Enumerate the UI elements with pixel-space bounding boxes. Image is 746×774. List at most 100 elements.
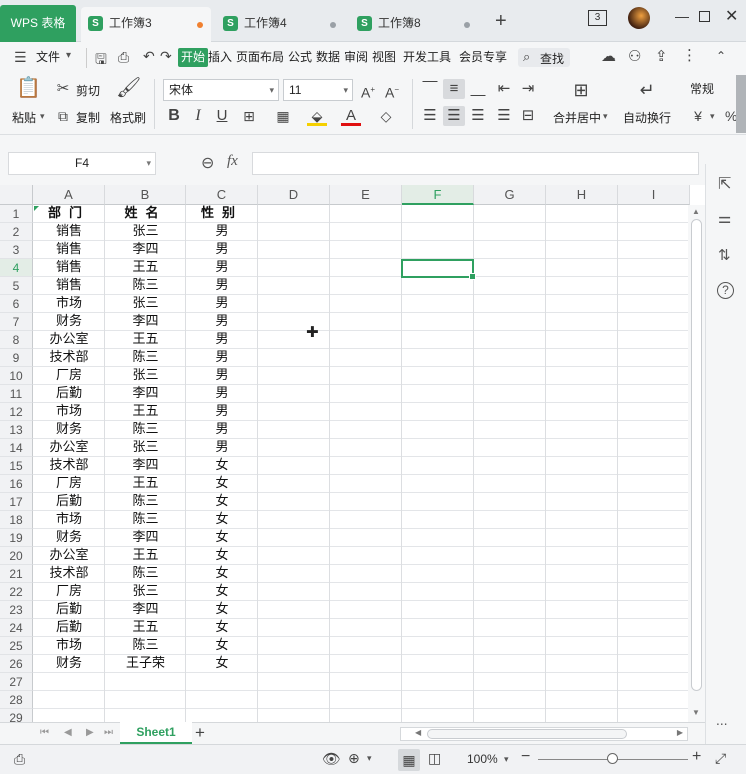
table-cell[interactable]: 男	[186, 223, 258, 241]
row-header[interactable]: 3	[0, 241, 33, 259]
table-cell[interactable]: 市场	[33, 637, 105, 655]
table-cell[interactable]: 女	[186, 601, 258, 619]
table-cell[interactable]: 女	[186, 655, 258, 673]
transform-icon[interactable]: ⇅	[718, 246, 731, 264]
table-cell[interactable]: 后勤	[33, 619, 105, 637]
new-tab-button[interactable]: +	[495, 10, 507, 33]
normal-view-icon[interactable]: ▦	[398, 749, 420, 771]
close-dot-icon[interactable]	[464, 22, 470, 28]
menu-developer[interactable]: 开发工具	[402, 48, 452, 67]
hamburger-icon[interactable]: ☰	[14, 50, 27, 64]
tab-workbook4[interactable]: S 工作簿4	[216, 7, 344, 42]
table-cell[interactable]: 男	[186, 295, 258, 313]
row-header[interactable]: 9	[0, 349, 33, 367]
table-cell[interactable]: 女	[186, 547, 258, 565]
table-cell[interactable]: 张三	[105, 223, 186, 241]
zoom-level[interactable]: 100%	[467, 752, 498, 766]
formula-input[interactable]	[252, 152, 699, 175]
row-header[interactable]: 19	[0, 529, 33, 547]
table-cell[interactable]: 李四	[105, 529, 186, 547]
table-cell[interactable]: 王五	[105, 259, 186, 277]
fill-color-icon[interactable]: ⬙	[307, 106, 327, 126]
cut-button[interactable]: 剪切	[76, 82, 100, 99]
merge-center-button[interactable]: 合并居中	[553, 109, 601, 126]
search-box[interactable]: ⌕ 查找	[518, 48, 570, 67]
window-counter[interactable]: 3	[588, 10, 607, 26]
table-cell[interactable]: 厂房	[33, 475, 105, 493]
menu-member[interactable]: 会员专享	[458, 48, 508, 67]
fx-icon[interactable]: fx	[227, 153, 238, 170]
paste-button[interactable]: 粘贴	[12, 109, 36, 126]
indent-increase-icon[interactable]: ⇥	[518, 79, 538, 99]
table-cell[interactable]: 陈三	[105, 493, 186, 511]
row-header[interactable]: 5	[0, 277, 33, 295]
row-header[interactable]: 1	[0, 205, 33, 223]
table-cell[interactable]: 男	[186, 349, 258, 367]
spreadsheet-grid[interactable]: ABCDEFGHI 1 2 3 4 5 6 7 8 9 10 11 12 13 14 15 16 17 18 19 2…	[0, 185, 705, 722]
menu-review[interactable]: 审阅	[343, 48, 369, 67]
format-painter-button[interactable]: 格式刷	[110, 109, 146, 126]
align-middle-icon[interactable]: ≡	[443, 79, 465, 99]
row-header[interactable]: 7	[0, 313, 33, 331]
reading-mode-icon[interactable]: ⊕	[348, 750, 360, 767]
table-cell[interactable]: 男	[186, 331, 258, 349]
tab-workbook3[interactable]: S 工作簿3	[81, 7, 211, 42]
column-header-c[interactable]: C	[186, 185, 258, 205]
row-header[interactable]: 10	[0, 367, 33, 385]
wrap-text-icon[interactable]: ↵	[636, 80, 658, 100]
row-header[interactable]: 25	[0, 637, 33, 655]
font-name-select[interactable]: 宋体 ▾	[163, 79, 279, 101]
font-shrink-icon[interactable]: A−	[382, 80, 402, 103]
align-right-icon[interactable]: ☰	[468, 106, 488, 126]
table-cell[interactable]: 男	[186, 421, 258, 439]
table-cell[interactable]: 女	[186, 493, 258, 511]
row-header[interactable]: 20	[0, 547, 33, 565]
table-cell[interactable]: 王子荣	[105, 655, 186, 673]
more-icon[interactable]: ⋮	[682, 46, 697, 64]
collaborate-icon[interactable]: ⚇	[628, 47, 641, 65]
table-cell[interactable]: 市场	[33, 295, 105, 313]
table-cell[interactable]: 陈三	[105, 277, 186, 295]
copy-icon[interactable]: ⧉	[54, 106, 72, 126]
column-header-i[interactable]: I	[618, 185, 690, 205]
table-cell[interactable]: 王五	[105, 403, 186, 421]
last-sheet-icon[interactable]: ⏭	[104, 727, 113, 738]
table-cell[interactable]: 女	[186, 583, 258, 601]
row-header[interactable]: 23	[0, 601, 33, 619]
table-cell[interactable]: 厂房	[33, 367, 105, 385]
table-cell[interactable]: 厂房	[33, 583, 105, 601]
cloud-sync-icon[interactable]: ☁	[601, 47, 616, 65]
table-cell[interactable]: 陈三	[105, 421, 186, 439]
row-header[interactable]: 18	[0, 511, 33, 529]
share-icon[interactable]: ⇪	[655, 47, 668, 65]
table-cell[interactable]: 女	[186, 457, 258, 475]
row-header[interactable]: 15	[0, 457, 33, 475]
table-cell[interactable]: 办公室	[33, 547, 105, 565]
table-cell[interactable]: 财务	[33, 529, 105, 547]
eye-protection-icon[interactable]: 👁	[322, 750, 341, 768]
table-cell[interactable]: 后勤	[33, 601, 105, 619]
table-cell[interactable]: 销售	[33, 241, 105, 259]
zoom-out-button[interactable]: −	[521, 748, 530, 766]
table-cell[interactable]: 男	[186, 385, 258, 403]
row-header[interactable]: 14	[0, 439, 33, 457]
format-painter-icon[interactable]: 🖌	[116, 78, 141, 98]
name-box[interactable]: F4 ▾	[8, 152, 156, 175]
first-sheet-icon[interactable]: ⏮	[40, 727, 49, 738]
header-cell[interactable]: 部门	[33, 205, 105, 223]
clear-icon[interactable]: ◇	[376, 106, 396, 126]
align-top-icon[interactable]: ⎺	[420, 79, 440, 99]
table-cell[interactable]: 女	[186, 565, 258, 583]
redo-icon[interactable]: ↷	[160, 48, 172, 65]
avatar[interactable]	[628, 7, 650, 29]
table-cell[interactable]: 市场	[33, 511, 105, 529]
table-cell[interactable]: 男	[186, 277, 258, 295]
chevron-down-icon[interactable]: ▾	[367, 753, 372, 764]
auto-wrap-button[interactable]: 自动换行	[623, 109, 671, 126]
tab-workbook8[interactable]: S 工作簿8	[350, 7, 478, 42]
table-cell[interactable]: 男	[186, 403, 258, 421]
menu-home[interactable]: 开始	[178, 48, 209, 67]
table-cell[interactable]: 技术部	[33, 457, 105, 475]
table-cell[interactable]: 李四	[105, 313, 186, 331]
table-cell[interactable]: 陈三	[105, 565, 186, 583]
